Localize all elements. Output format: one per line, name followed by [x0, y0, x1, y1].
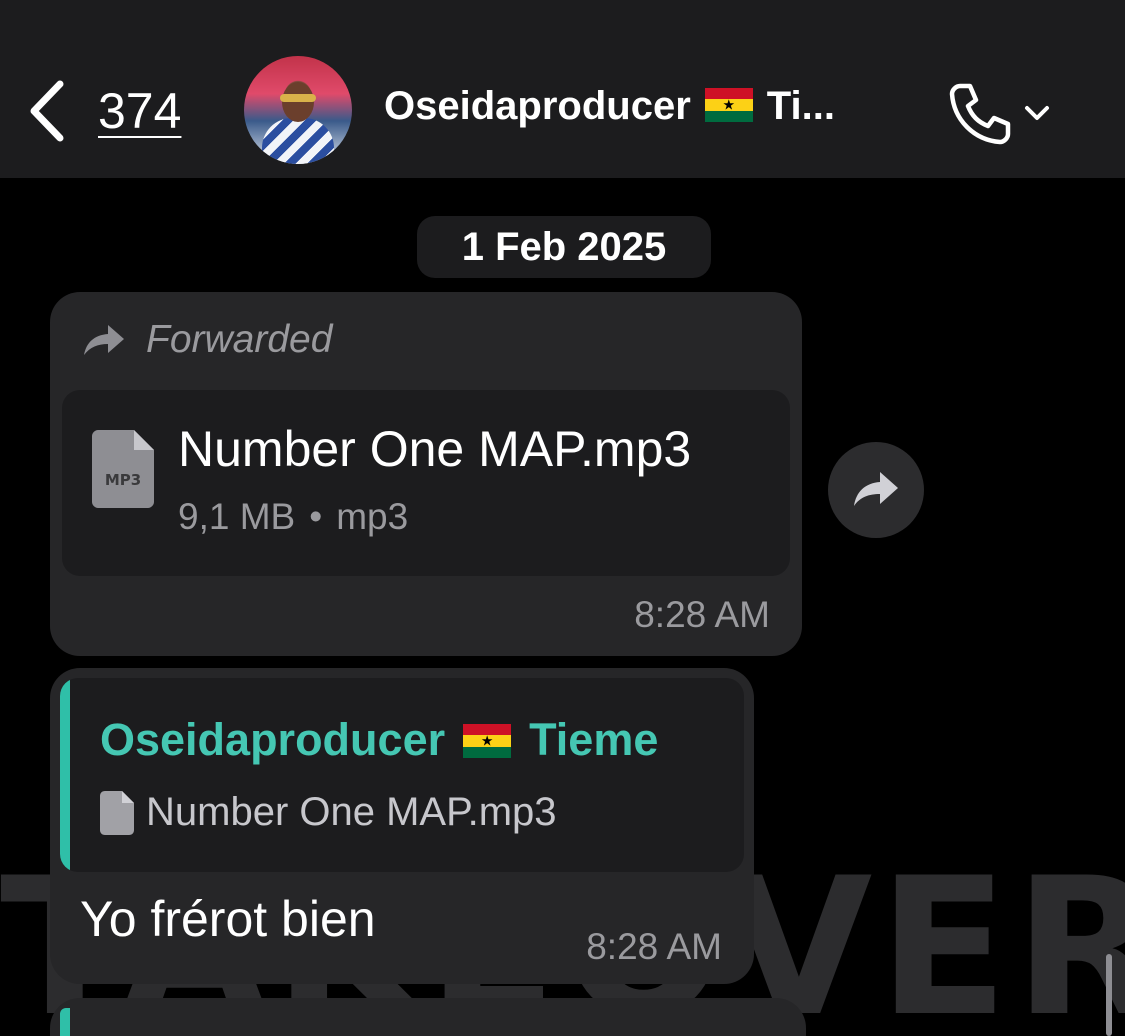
ghana-flag-icon: ★: [704, 88, 753, 122]
contact-avatar[interactable]: [244, 56, 352, 164]
back-button[interactable]: 374: [24, 76, 204, 146]
phone-icon: [949, 83, 1011, 145]
svg-text:MP3: MP3: [105, 471, 141, 489]
scrollbar[interactable]: [1106, 954, 1112, 1036]
ghana-flag-icon: ★: [463, 724, 512, 758]
chevron-down-icon: [1025, 106, 1049, 120]
quoted-file: Number One MAP.mp3: [100, 790, 557, 835]
mp3-file-icon: MP3: [92, 430, 154, 508]
forwarded-message-bubble[interactable]: Forwarded MP3 Number One MAP.mp3 9,1 MB •…: [50, 292, 802, 656]
quote-accent-bar: [60, 678, 70, 872]
chat-header: 374 Oseidaproducer ★ Ti...: [0, 0, 1125, 178]
quoted-message[interactable]: Oseidaproducer ★ Tieme Number One MAP.mp3: [60, 678, 744, 872]
file-attachment[interactable]: MP3 Number One MAP.mp3 9,1 MB • mp3: [62, 390, 790, 576]
quoted-sender: Oseidaproducer ★ Tieme: [100, 714, 659, 765]
forwarded-label: Forwarded: [82, 318, 332, 362]
message-timestamp: 8:28 AM: [634, 594, 770, 635]
chevron-left-icon: [30, 80, 64, 142]
file-size: 9,1 MB: [178, 496, 296, 537]
unread-count: 374: [98, 83, 182, 139]
message-timestamp: 8:28 AM: [586, 926, 722, 967]
next-message-bubble[interactable]: [50, 998, 806, 1036]
call-button[interactable]: [946, 80, 1058, 146]
document-icon: [100, 790, 134, 835]
quote-accent-bar: [60, 1008, 70, 1036]
file-meta: 9,1 MB • mp3: [178, 496, 409, 537]
forward-arrow-icon: [84, 325, 124, 355]
date-separator: 1 Feb 2025: [417, 216, 711, 278]
file-type: mp3: [336, 496, 409, 537]
reply-message-bubble[interactable]: Oseidaproducer ★ Tieme Number One MAP.mp3 …: [50, 668, 754, 984]
message-text: Yo frérot bien: [80, 891, 376, 947]
file-name: Number One MAP.mp3: [178, 421, 692, 477]
contact-name[interactable]: Oseidaproducer ★ Ti...: [384, 84, 835, 129]
share-button[interactable]: [828, 442, 924, 538]
share-arrow-icon: [854, 472, 898, 506]
